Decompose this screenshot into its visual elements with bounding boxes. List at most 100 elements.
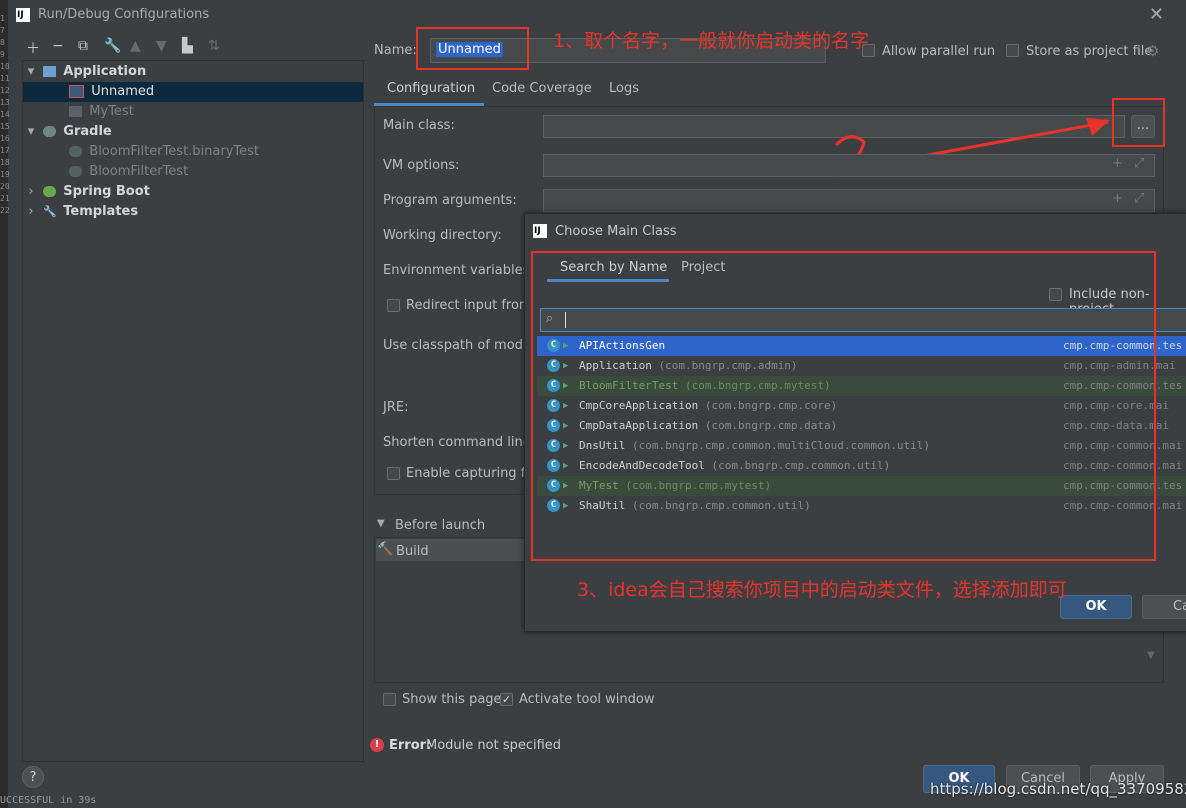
- tree-node-templates[interactable]: › 🔧 Templates: [23, 202, 138, 222]
- spring-boot-icon: [43, 186, 57, 197]
- gutter-digit: 1: [0, 14, 5, 23]
- gutter-digit: 8: [0, 38, 5, 47]
- tree-node-bloom-binary[interactable]: BloomFilterTest.binaryTest: [23, 142, 259, 162]
- store-project-checkbox[interactable]: [1006, 44, 1019, 57]
- tab-logs[interactable]: Logs: [609, 81, 639, 96]
- gutter-digit: 19: [0, 170, 10, 179]
- console-text: UCCESSFUL in 39s: [0, 795, 97, 806]
- program-args-label: Program arguments:: [383, 193, 517, 208]
- program-args-input[interactable]: + ⤢: [543, 189, 1155, 212]
- expand-icon[interactable]: ⤢: [1134, 191, 1144, 206]
- gutter-digit: 11: [0, 74, 10, 83]
- gutter-digit: 12: [0, 86, 10, 95]
- env-vars-label: Environment variables:: [383, 263, 534, 278]
- sort-icon[interactable]: ⇅: [208, 38, 220, 54]
- tree-node-mytest[interactable]: MyTest: [23, 102, 134, 122]
- tab-code-coverage[interactable]: Code Coverage: [492, 81, 592, 96]
- build-label: Build: [396, 544, 429, 559]
- move-up-icon[interactable]: ▲: [130, 38, 141, 54]
- hammer-icon: 🔨: [377, 542, 394, 557]
- expand-icon[interactable]: ⤢: [1134, 156, 1144, 171]
- tab-configuration[interactable]: Configuration: [374, 80, 484, 106]
- show-page-label: Show this page: [402, 692, 502, 707]
- before-launch-label: Before launch: [395, 518, 486, 533]
- allow-parallel-checkbox[interactable]: [862, 44, 875, 57]
- gutter-digit: 17: [0, 146, 10, 155]
- main-class-label: Main class:: [383, 118, 455, 133]
- redirect-label: Redirect input from:: [406, 298, 536, 313]
- close-icon[interactable]: ✕: [1149, 4, 1164, 25]
- annotation-arrow-icon: [834, 118, 1110, 178]
- help-button[interactable]: ?: [22, 766, 44, 788]
- gutter-digit: 21: [0, 194, 10, 203]
- application-icon: [43, 66, 57, 77]
- remove-icon[interactable]: −: [52, 38, 64, 54]
- add-icon[interactable]: ＋: [26, 38, 40, 58]
- tree-node-gradle[interactable]: ▾ Gradle: [23, 122, 112, 142]
- move-down-icon[interactable]: ▼: [156, 38, 167, 54]
- capturing-checkbox[interactable]: [387, 467, 400, 480]
- gutter-digit: 14: [0, 110, 10, 119]
- gutter-digit: 15: [0, 122, 10, 131]
- gutter-digit: 13: [0, 98, 10, 107]
- chevron-down-icon[interactable]: ▾: [23, 122, 39, 142]
- error-label: Error:: [389, 738, 432, 753]
- tree-node-spring-boot[interactable]: › Spring Boot: [23, 182, 150, 202]
- error-text: Module not specified: [426, 738, 562, 753]
- watermark: https://blog.csdn.net/qq_33709582: [930, 780, 1186, 798]
- gradle-elephant-icon: [43, 126, 57, 137]
- store-project-label: Store as project file: [1026, 44, 1153, 59]
- annotation-step3: 3、idea会自己搜索你项目中的启动类文件，选择添加即可: [577, 579, 1067, 601]
- activate-tool-checkbox[interactable]: ✓: [500, 693, 513, 706]
- chevron-right-icon[interactable]: ›: [23, 202, 39, 222]
- intellij-logo-icon: IJ: [16, 8, 30, 22]
- chevron-right-icon[interactable]: ›: [23, 182, 39, 202]
- gutter-digit: 22: [0, 206, 10, 215]
- folder-icon[interactable]: ▙: [182, 38, 193, 54]
- tree-node-application[interactable]: ▾ Application: [23, 62, 363, 82]
- copy-icon[interactable]: ⧉: [78, 38, 88, 54]
- wrench-icon[interactable]: 🔧: [104, 38, 121, 54]
- add-icon[interactable]: +: [1112, 191, 1123, 206]
- gutter-digit: 7: [0, 26, 5, 35]
- intellij-logo-icon: IJ: [533, 224, 547, 238]
- shorten-label: Shorten command line:: [383, 435, 536, 450]
- gutter-digit: 16: [0, 134, 10, 143]
- configuration-tree: ▾ Application Unnamed MyTest ▾ Gradle Bl…: [22, 60, 364, 762]
- tree-node-unnamed[interactable]: Unnamed: [23, 82, 363, 102]
- gutter-digit: 9: [0, 50, 5, 59]
- gradle-elephant-icon: [69, 146, 83, 157]
- run-config-icon: [69, 106, 83, 117]
- jre-label: JRE:: [383, 400, 409, 415]
- error-icon: !: [370, 738, 384, 752]
- activate-tool-label: Activate tool window: [519, 692, 655, 707]
- annotation-box-name: [416, 27, 529, 70]
- add-icon[interactable]: +: [1112, 156, 1123, 171]
- allow-parallel-label: Allow parallel run: [882, 44, 996, 59]
- gutter-digit: 18: [0, 158, 10, 167]
- tree-node-bloom[interactable]: BloomFilterTest: [23, 162, 188, 182]
- name-label: Name:: [374, 43, 417, 58]
- show-page-checkbox[interactable]: [383, 693, 396, 706]
- dialog-cancel-button[interactable]: Canc: [1142, 595, 1186, 619]
- editor-gutter-strip: 1 7 8 9 10 11 12 13 14 15 16 17 18 19 20 21 22: [0, 0, 10, 808]
- redirect-checkbox[interactable]: [387, 299, 400, 312]
- gutter-digit: 10: [0, 62, 10, 71]
- annotation-box-class-list: [531, 251, 1156, 561]
- gear-icon[interactable]: ⚙: [1146, 42, 1159, 60]
- dialog-title: Choose Main Class: [555, 224, 677, 239]
- vm-options-input[interactable]: + ⤢: [543, 154, 1155, 177]
- working-dir-label: Working directory:: [383, 228, 502, 243]
- run-config-icon: [69, 85, 85, 98]
- gradle-elephant-icon: [69, 166, 83, 177]
- wrench-icon: 🔧: [43, 205, 57, 218]
- dialog-ok-button[interactable]: OK: [1060, 595, 1132, 619]
- classpath-label: Use classpath of module: [383, 338, 543, 353]
- annotation-step1: 1、取个名字，一般就你启动类的名字: [553, 30, 870, 52]
- gutter-digit: 20: [0, 182, 10, 191]
- move-down-icon[interactable]: ▼: [1147, 650, 1155, 661]
- chevron-down-icon[interactable]: ▾: [23, 62, 39, 82]
- window-title: Run/Debug Configurations: [38, 7, 210, 22]
- vm-options-label: VM options:: [383, 158, 460, 173]
- chevron-down-icon[interactable]: ▼: [377, 518, 385, 529]
